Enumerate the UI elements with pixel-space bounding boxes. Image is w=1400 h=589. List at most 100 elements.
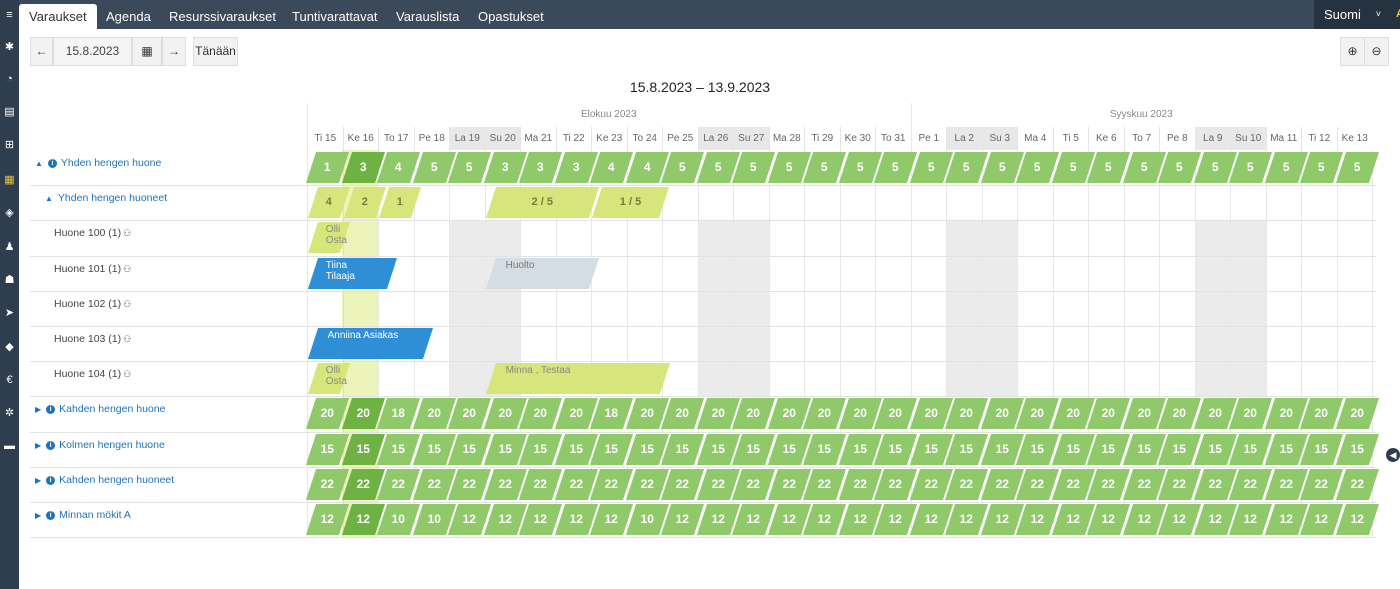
caret-right-icon[interactable]: ▶ <box>35 441 41 450</box>
availability-cell[interactable]: 15 <box>731 433 775 465</box>
availability-cell[interactable]: 5 <box>944 152 988 183</box>
availability-count: 5 <box>785 160 793 174</box>
availability-cell[interactable]: 5 <box>1015 152 1059 183</box>
availability-cell[interactable]: 22 <box>660 468 704 500</box>
availability-cell[interactable]: 4 <box>589 152 633 183</box>
availability-cell[interactable]: 3 <box>518 152 562 183</box>
availability-cell[interactable]: 5 <box>1335 152 1379 183</box>
availability-cell[interactable]: 5 <box>447 152 491 183</box>
row-label-text: Huone 103 (1) <box>54 333 122 345</box>
availability-cell[interactable]: 5 <box>1228 152 1272 183</box>
availability-cell[interactable]: 12 <box>1335 504 1379 535</box>
availability-cell[interactable]: 5 <box>731 152 775 183</box>
availability-cell[interactable]: 22 <box>873 468 917 500</box>
availability-cell[interactable]: 12 <box>305 504 349 535</box>
availability-cell[interactable]: 22 <box>731 468 775 500</box>
availability-cell[interactable]: 12 <box>873 504 917 535</box>
availability-cell[interactable]: 12 <box>1228 504 1272 535</box>
info-icon[interactable]: i <box>47 159 57 168</box>
availability-cell[interactable]: 15 <box>1086 433 1130 465</box>
day-header: Ke 6 <box>1088 127 1124 150</box>
row-label[interactable]: ▲ Yhden hengen huoneet <box>45 192 167 204</box>
availability-cell[interactable]: 5 <box>1299 152 1343 183</box>
availability-count: 12 <box>533 512 547 526</box>
availability-cell[interactable]: 15 <box>873 433 917 465</box>
availability-cell[interactable]: 22 <box>518 468 562 500</box>
availability-cell[interactable]: 10 <box>376 504 420 535</box>
caret-right-icon[interactable]: ▶ <box>35 511 41 520</box>
row-label[interactable]: ▶ i Minnan mökit A <box>35 509 131 521</box>
availability-cell[interactable]: 15 <box>447 433 491 465</box>
availability-cell[interactable]: 15 <box>1335 433 1379 465</box>
availability-cell[interactable]: 12 <box>944 504 988 535</box>
row-label[interactable]: ▲ i Yhden hengen huone <box>35 157 161 169</box>
availability-cell[interactable]: 22 <box>944 468 988 500</box>
availability-cell[interactable]: 22 <box>1299 468 1343 500</box>
availability-cell[interactable]: 12 <box>1015 504 1059 535</box>
availability-cell[interactable]: 12 <box>447 504 491 535</box>
partial-availability[interactable]: 2 <box>343 187 386 219</box>
availability-cell[interactable]: 15 <box>1015 433 1059 465</box>
row-label[interactable]: ▶ i Kahden hengen huone <box>35 403 165 415</box>
partial-availability[interactable]: 2 / 5 <box>485 187 599 219</box>
info-icon[interactable]: i <box>46 475 56 485</box>
availability-cell[interactable]: 15 <box>660 433 704 465</box>
availability-cell[interactable]: 12 <box>731 504 775 535</box>
caret-right-icon[interactable]: ▶ <box>35 476 41 485</box>
availability-cell[interactable]: 15 <box>518 433 562 465</box>
availability-cell[interactable]: 15 <box>589 433 633 465</box>
availability-cell[interactable]: 15 <box>1157 433 1201 465</box>
availability-cell[interactable]: 22 <box>589 468 633 500</box>
scroll-left-icon[interactable]: ◀ <box>1386 448 1400 462</box>
info-icon[interactable]: i <box>46 511 56 520</box>
availability-cell[interactable]: 12 <box>1157 504 1201 535</box>
availability-cell[interactable]: 12 <box>802 504 846 535</box>
availability-cell[interactable]: 5 <box>802 152 846 183</box>
availability-cell[interactable]: 1 <box>305 152 349 183</box>
row-label[interactable]: ▶ i Kahden hengen huoneet <box>35 474 174 486</box>
booking-grey[interactable]: Huolto <box>485 257 599 289</box>
availability-cell[interactable]: 22 <box>447 468 491 500</box>
row-divider <box>30 290 1376 292</box>
availability-cell[interactable]: 12 <box>1299 504 1343 535</box>
availability-cell[interactable]: 22 <box>1228 468 1272 500</box>
availability-count: 15 <box>817 441 831 456</box>
availability-count: 12 <box>1066 512 1080 526</box>
availability-cell[interactable]: 22 <box>802 468 846 500</box>
booking-blue[interactable]: Anniina Asiakas <box>307 328 433 359</box>
availability-cell[interactable]: 12 <box>660 504 704 535</box>
availability-cell[interactable]: 5 <box>873 152 917 183</box>
availability-cell[interactable]: 22 <box>1157 468 1201 500</box>
availability-cell[interactable]: 12 <box>518 504 562 535</box>
info-icon[interactable]: i <box>46 440 56 450</box>
availability-count: 20 <box>1137 406 1151 421</box>
availability-cell[interactable]: 4 <box>376 152 420 183</box>
caret-down-icon[interactable]: ▲ <box>45 194 53 203</box>
row-label[interactable]: ▶ i Kolmen hengen huone <box>35 439 165 451</box>
booking-blue[interactable]: Tiina Tilaaja <box>307 257 398 289</box>
availability-cell[interactable]: 5 <box>660 152 704 183</box>
availability-cell[interactable]: 15 <box>944 433 988 465</box>
availability-cell[interactable]: 22 <box>305 468 349 500</box>
availability-cell[interactable]: 5 <box>1086 152 1130 183</box>
availability-cell[interactable]: 15 <box>1228 433 1272 465</box>
availability-cell[interactable]: 12 <box>1086 504 1130 535</box>
availability-cell[interactable]: 15 <box>1299 433 1343 465</box>
partial-availability[interactable]: 1 / 5 <box>591 187 670 219</box>
availability-cell[interactable]: 20 <box>1335 398 1379 430</box>
availability-cell[interactable]: 15 <box>376 433 420 465</box>
caret-down-icon[interactable]: ▲ <box>35 159 43 168</box>
availability-cell[interactable]: 12 <box>589 504 633 535</box>
availability-cell[interactable]: 22 <box>1086 468 1130 500</box>
availability-cell[interactable]: 22 <box>376 468 420 500</box>
availability-cell[interactable]: 5 <box>1157 152 1201 183</box>
availability-cell[interactable]: 15 <box>802 433 846 465</box>
partial-availability[interactable]: 4 <box>307 187 350 219</box>
availability-cell[interactable]: 22 <box>1015 468 1059 500</box>
info-icon[interactable]: i <box>46 405 56 415</box>
availability-cell[interactable]: 22 <box>1335 468 1379 500</box>
caret-right-icon[interactable]: ▶ <box>35 405 41 414</box>
partial-availability[interactable]: 1 <box>378 187 421 219</box>
availability-cell[interactable]: 15 <box>305 433 349 465</box>
booking-sub[interactable]: Minna , Testaa <box>485 363 670 395</box>
